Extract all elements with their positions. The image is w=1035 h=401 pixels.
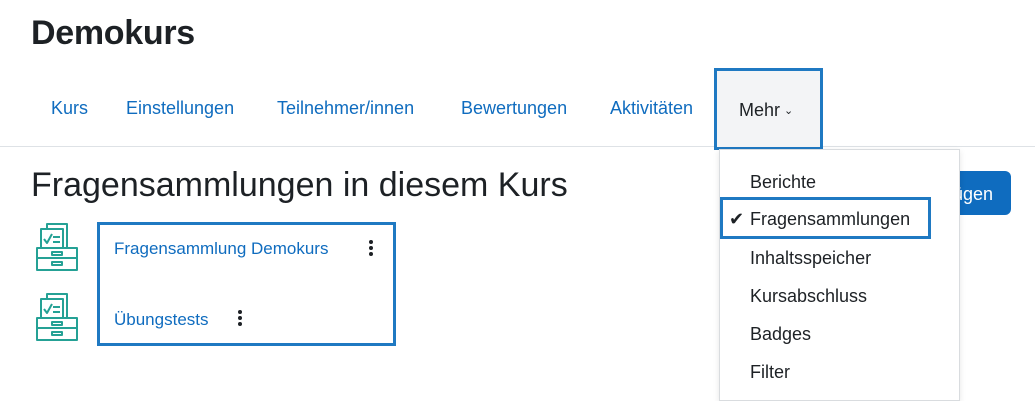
menu-item-kursabschluss[interactable]: Kursabschluss xyxy=(750,284,867,308)
bank-link-uebungstests[interactable]: Übungstests xyxy=(114,310,209,330)
menu-item-inhaltsspeicher[interactable]: Inhaltsspeicher xyxy=(750,246,871,270)
menu-item-berichte[interactable]: Berichte xyxy=(750,170,816,194)
question-bank-icon xyxy=(36,223,78,271)
menu-item-filter[interactable]: Filter xyxy=(750,360,790,384)
nav-more-label: Mehr xyxy=(739,100,781,120)
nav-tab-einstellungen[interactable]: Einstellungen xyxy=(126,68,234,146)
course-title: Demokurs xyxy=(31,14,195,52)
kebab-menu-icon[interactable] xyxy=(365,238,377,260)
kebab-menu-icon[interactable] xyxy=(234,308,246,330)
nav-tab-teilnehmer[interactable]: Teilnehmer/innen xyxy=(277,68,414,146)
question-bank-icon xyxy=(36,293,78,341)
nav-tab-kurs[interactable]: Kurs xyxy=(51,68,88,146)
secondary-navigation: Kurs Einstellungen Teilnehmer/innen Bewe… xyxy=(0,68,1035,147)
menu-item-fragensammlungen-label: Fragensammlungen xyxy=(750,209,911,229)
nav-tab-bewertungen[interactable]: Bewertungen xyxy=(461,68,567,146)
page-heading: Fragensammlungen in diesem Kurs xyxy=(31,166,568,204)
checkmark-icon: ✔ xyxy=(729,209,745,229)
chevron-down-icon: ⌄ xyxy=(784,105,794,117)
more-dropdown-menu: Berichte Inhaltsspeicher Kursabschluss B… xyxy=(719,149,960,401)
menu-item-fragensammlungen[interactable]: ✔ Fragensammlungen xyxy=(720,197,931,239)
nav-tab-aktivitaeten[interactable]: Aktivitäten xyxy=(610,68,693,146)
bank-link-fragensammlung-demokurs[interactable]: Fragensammlung Demokurs xyxy=(114,239,328,259)
nav-more-dropdown-toggle[interactable]: Mehr ⌄ xyxy=(714,68,823,150)
question-bank-list: Fragensammlung Demokurs Übungstests xyxy=(97,222,396,346)
menu-item-badges[interactable]: Badges xyxy=(750,322,811,346)
